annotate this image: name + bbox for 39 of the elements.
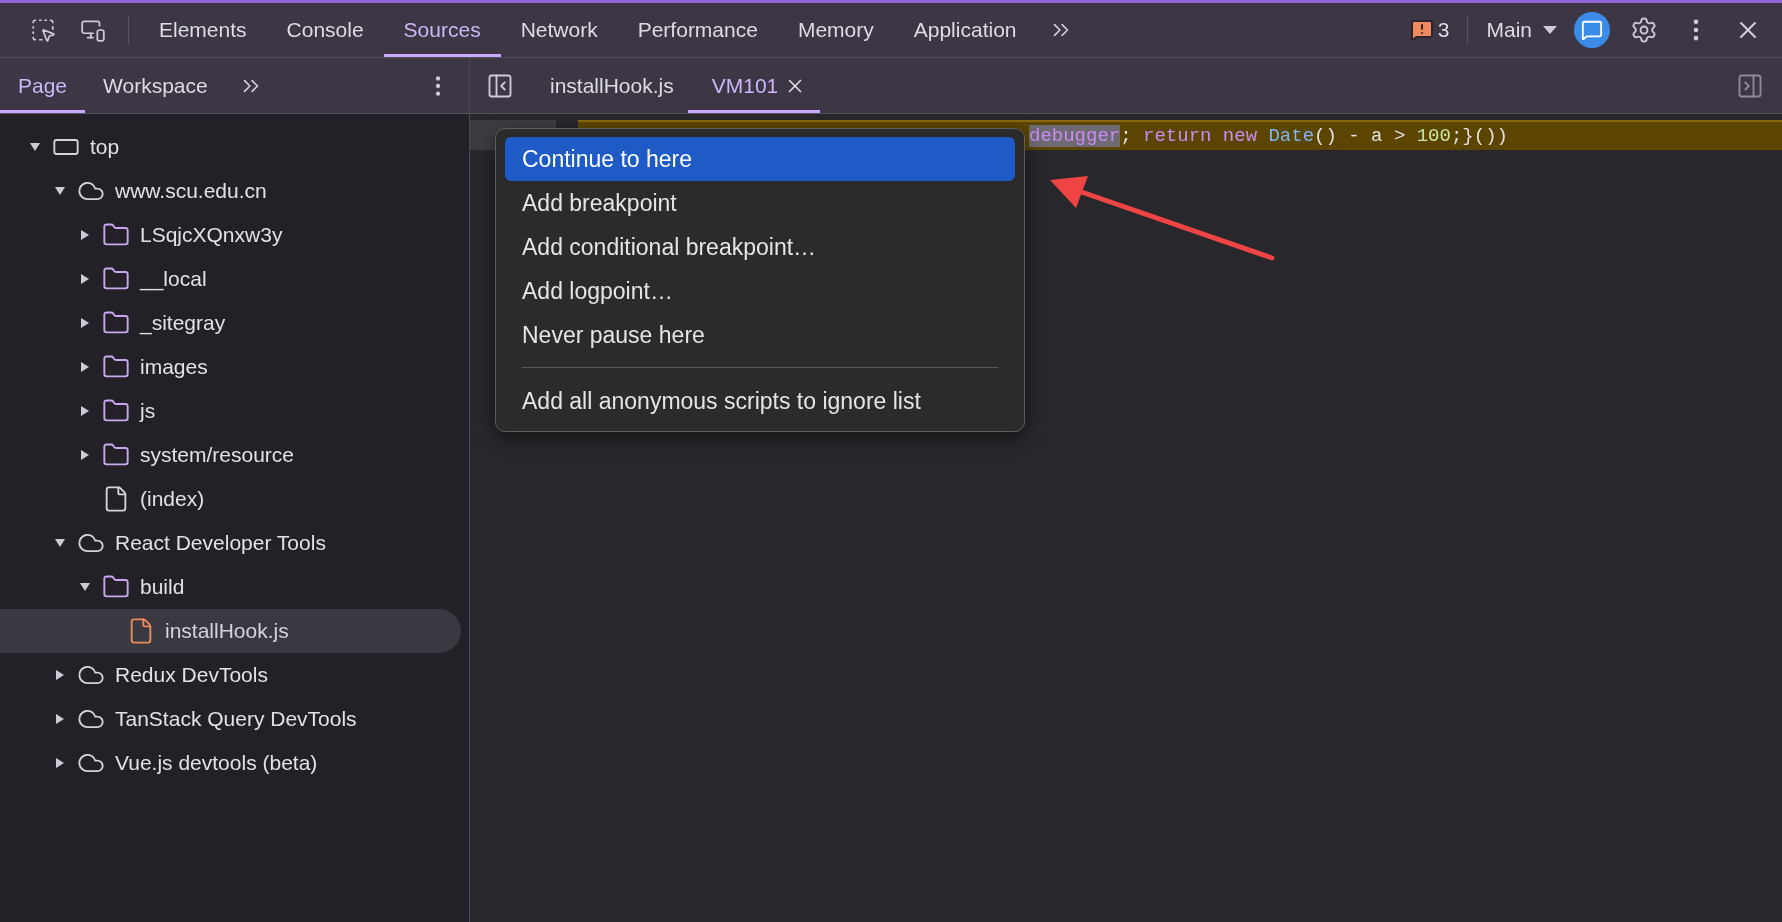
chat-icon [1581, 19, 1603, 41]
tree-item[interactable]: TanStack Query DevTools [0, 697, 461, 741]
tree-item[interactable]: __local [0, 257, 461, 301]
file-tab[interactable]: VM101 [687, 58, 821, 113]
panel-tab[interactable]: Memory [777, 3, 894, 57]
menu-item[interactable]: Add conditional breakpoint… [505, 225, 1015, 269]
ai-assistant-button[interactable] [1574, 12, 1610, 48]
menu-item[interactable]: Add all anonymous scripts to ignore list [505, 379, 1015, 423]
issues-button[interactable]: 3 [1401, 14, 1458, 46]
tree-item[interactable]: LSqjcXQnxw3y [0, 213, 461, 257]
file-tab[interactable]: installHook.js [526, 58, 688, 113]
target-dropdown[interactable]: Main [1478, 14, 1566, 46]
menu-item[interactable]: Never pause here [505, 313, 1015, 357]
panel-tab[interactable]: Application [893, 3, 1037, 57]
code-line: debugger; return new Date() - a > 100;}()) [1029, 125, 1508, 147]
tree-item[interactable]: www.scu.edu.cn [0, 169, 461, 213]
tree-item[interactable]: React Developer Tools [0, 521, 461, 565]
tree-item[interactable]: system/resource [0, 433, 461, 477]
navigator-tab[interactable]: Page [0, 58, 86, 113]
tree-item[interactable]: installHook.js [0, 609, 461, 653]
tree-item[interactable]: js [0, 389, 461, 433]
tree-item[interactable]: (index) [0, 477, 461, 521]
tree-item[interactable]: _sitegray [0, 301, 461, 345]
panel-tab[interactable]: Console [266, 3, 384, 57]
menu-item[interactable]: Add breakpoint [505, 181, 1015, 225]
tree-item[interactable]: top [0, 125, 461, 169]
caret-icon [1542, 24, 1558, 36]
tree-item[interactable]: build [0, 565, 461, 609]
panel-tab[interactable]: Elements [139, 3, 267, 57]
tree-item[interactable]: images [0, 345, 461, 389]
panel-tab[interactable]: Performance [617, 3, 778, 57]
tree-item[interactable]: Vue.js devtools (beta) [0, 741, 461, 785]
menu-item[interactable]: Continue to here [505, 137, 1015, 181]
menu-item[interactable]: Add logpoint… [505, 269, 1015, 313]
panel-tab[interactable]: Network [500, 3, 618, 57]
tree-item[interactable]: Redux DevTools [0, 653, 461, 697]
panel-tab[interactable]: Sources [383, 3, 501, 57]
navigator-tab[interactable]: Workspace [85, 58, 226, 113]
warning-icon [1409, 18, 1434, 42]
